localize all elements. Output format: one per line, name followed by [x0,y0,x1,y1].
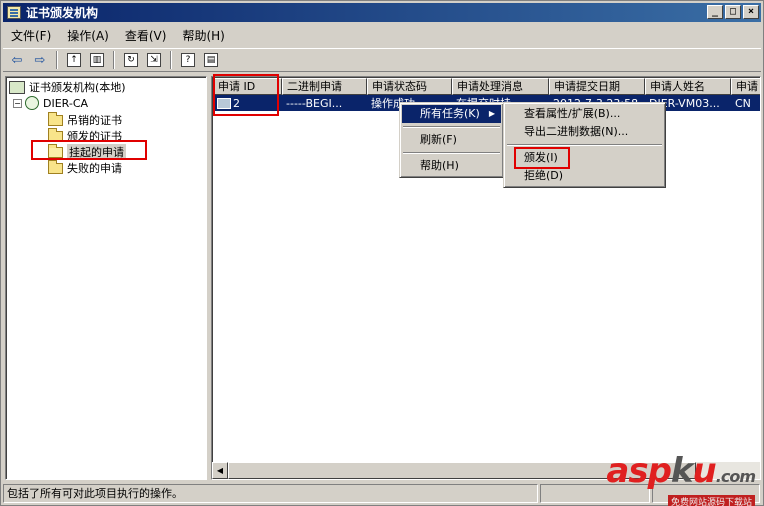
menu-separator [403,152,500,154]
cell-more: CN [735,96,751,110]
menu-action[interactable]: 操作(A) [59,27,117,44]
up-folder-icon[interactable]: ↑ [64,50,84,70]
tree-ca-label: DIER-CA [43,96,89,110]
refresh-icon[interactable]: ↻ [121,50,141,70]
cell-request-id: 2 [213,97,282,110]
maximize-button[interactable]: □ [725,5,741,19]
title-buttons: _ □ × [707,5,759,19]
properties-icon[interactable]: ▤ [201,50,221,70]
menu-item-view-attributes[interactable]: 查看属性/扩展(B)... [506,105,663,123]
tree-item-label: 吊销的证书 [67,114,122,127]
ca-server-icon [25,96,39,110]
column-header-more[interactable]: 申请 [731,78,760,95]
menu-item-export-binary[interactable]: 导出二进制数据(N)... [506,123,663,141]
tree-item-label: 挂起的申请 [67,144,126,160]
toolbar: ⇦ ⇨ ↑ ▥ ↻ ⇲ ? ▤ [3,48,761,72]
open-folder-icon [48,143,63,158]
menu-bar: 文件(F) 操作(A) 查看(V) 帮助(H) [3,25,233,45]
menu-item-help[interactable]: 帮助(H) [402,157,501,175]
menu-item-all-tasks[interactable]: 所有任务(K) ▶ [402,105,501,123]
column-header-requester-name[interactable]: 申请人姓名 [645,78,731,95]
mmc-window: 证书颁发机构 _ □ × 文件(F) 操作(A) 查看(V) 帮助(H) ⇦ ⇨… [0,0,764,506]
watermark-logo: aspku.com 免费网站源码下载站 [606,451,756,506]
tree-item-revoked[interactable]: 吊销的证书 [48,111,122,128]
export-list-icon[interactable]: ⇲ [144,50,164,70]
close-button[interactable]: × [743,5,759,19]
help-icon[interactable]: ? [178,50,198,70]
column-header-request-id[interactable]: 申请 ID [213,78,282,95]
request-icon [217,98,231,109]
console-tree: 证书颁发机构(本地) − DIER-CA 吊销的证书 颁发的证书 挂起的申请 失… [5,76,207,480]
submenu-arrow-icon: ▶ [488,109,495,118]
tree-item-label: 颁发的证书 [67,130,122,143]
menu-item-issue[interactable]: 颁发(I) [506,149,663,167]
tree-root[interactable]: 证书颁发机构(本地) [9,79,126,95]
column-header-submission-date[interactable]: 申请提交日期 [549,78,645,95]
menu-item-deny[interactable]: 拒绝(D) [506,167,663,185]
menu-file[interactable]: 文件(F) [3,27,59,44]
column-headers: 申请 ID 二进制申请 申请状态码 申请处理消息 申请提交日期 申请人姓名 申请 [213,78,760,95]
collapse-icon[interactable]: − [13,98,22,108]
toolbar-separator [170,51,172,69]
watermark-text: aspku.com [606,451,756,491]
toolbar-separator [113,51,115,69]
title-bar[interactable]: 证书颁发机构 _ □ × [3,3,761,22]
column-header-binary-request[interactable]: 二进制申请 [282,78,367,95]
tree-item-pending[interactable]: 挂起的申请 [48,143,126,160]
toolbar-separator [56,51,58,69]
tree-item-label: 失败的申请 [67,162,122,175]
cell-text: 2 [233,96,240,110]
show-hide-tree-icon[interactable]: ▥ [87,50,107,70]
all-tasks-submenu: 查看属性/扩展(B)... 导出二进制数据(N)... 颁发(I) 拒绝(D) [503,102,666,188]
context-menu: 所有任务(K) ▶ 刷新(F) 帮助(H) [399,102,504,178]
menu-help[interactable]: 帮助(H) [174,27,232,44]
tree-root-label: 证书颁发机构(本地) [29,81,126,94]
menu-separator [507,144,662,146]
folder-icon [48,127,63,142]
certificate-app-icon [7,6,21,19]
back-arrow-icon[interactable]: ⇦ [7,50,27,70]
column-header-status-code[interactable]: 申请状态码 [367,78,452,95]
menu-item-refresh[interactable]: 刷新(F) [402,131,501,149]
tree-item-failed[interactable]: 失败的申请 [48,159,122,176]
menu-view[interactable]: 查看(V) [117,27,175,44]
column-header-disposition-message[interactable]: 申请处理消息 [452,78,549,95]
ca-root-icon [9,80,25,94]
tree-node-ca[interactable]: − DIER-CA [13,95,88,111]
tree-item-issued[interactable]: 颁发的证书 [48,127,122,144]
folder-icon [48,111,63,126]
minimize-button[interactable]: _ [707,5,723,19]
watermark-caption: 免费网站源码下载站 [667,495,755,506]
menu-item-label: 所有任务(K) [420,107,480,120]
forward-arrow-icon[interactable]: ⇨ [30,50,50,70]
window-title: 证书颁发机构 [26,6,99,20]
cell-binary: -----BEGI... [286,96,343,110]
menu-separator [403,126,500,128]
scroll-left-icon[interactable]: ◀ [212,462,228,479]
status-text: 包括了所有可对此项目执行的操作。 [3,484,538,503]
folder-icon [48,159,63,174]
